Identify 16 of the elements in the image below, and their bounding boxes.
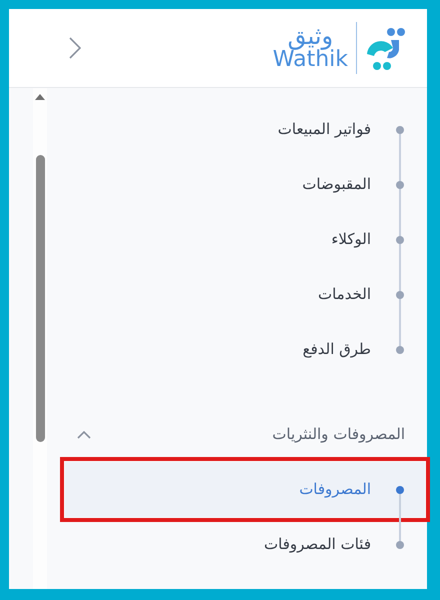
chevron-up-icon[interactable]: [77, 430, 91, 438]
menu-item[interactable]: الخدمات: [65, 267, 425, 322]
menu-item[interactable]: طرق الدفع: [65, 322, 425, 377]
chevron-right-icon[interactable]: [69, 37, 81, 59]
logo-text: Wathik: [272, 48, 348, 72]
logo-text: وثيق: [288, 24, 334, 48]
scrollbar-thumb[interactable]: [36, 155, 44, 442]
menu-item[interactable]: الوكلاء: [65, 212, 425, 267]
group-header[interactable]: المصروفات والنثريات: [47, 407, 427, 462]
menu-item[interactable]: المقبوضات: [65, 157, 425, 212]
scroll-up-icon[interactable]: [35, 94, 45, 100]
menu-item[interactable]: فئات المصروفات: [65, 517, 425, 572]
logo-icon: [365, 26, 407, 70]
menu-item[interactable]: المصروفات: [65, 462, 425, 517]
menu-item[interactable]: فواتير المبيعات: [65, 102, 425, 157]
scrollbar[interactable]: [33, 88, 47, 589]
